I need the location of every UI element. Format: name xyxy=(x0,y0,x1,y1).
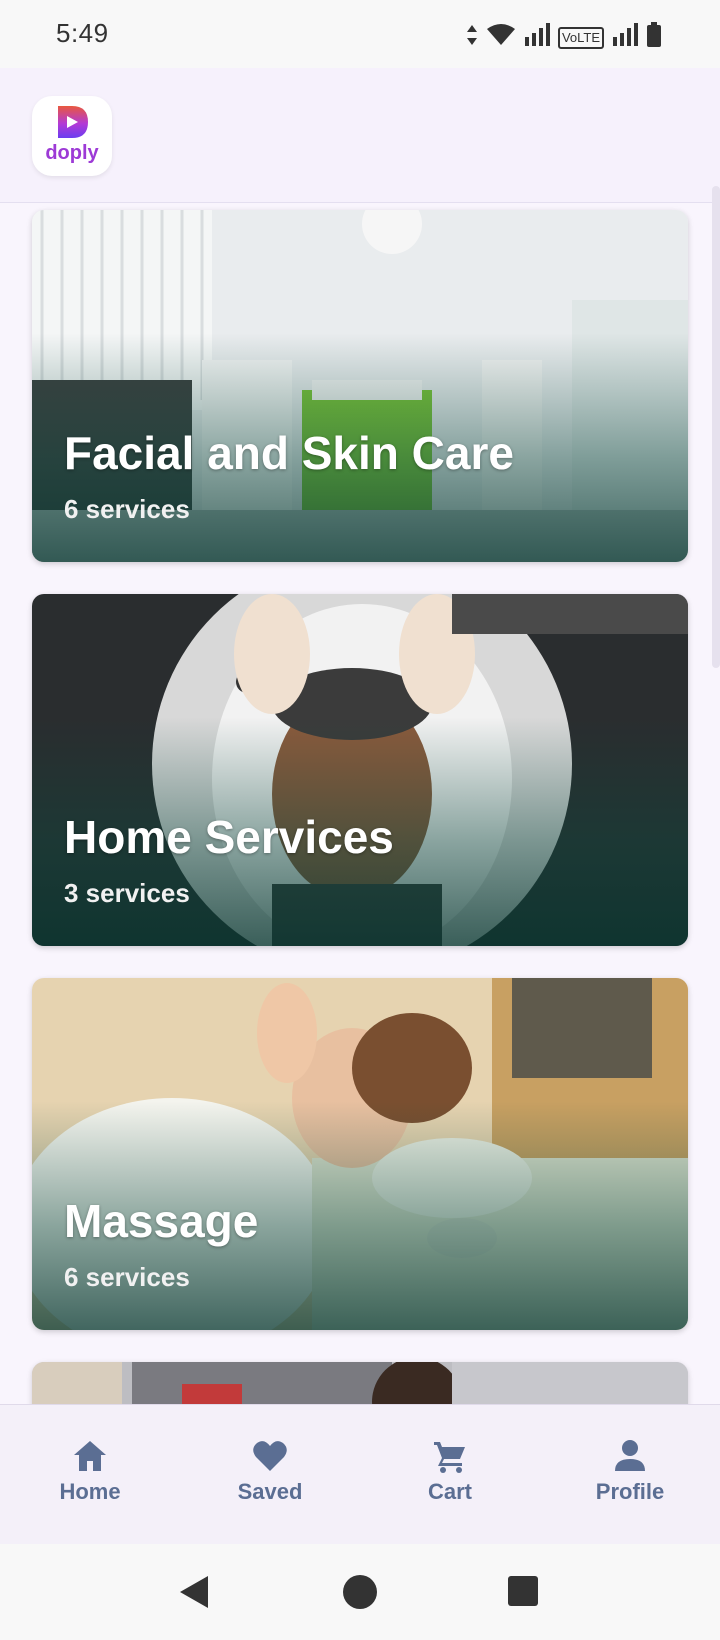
logo-mark-icon xyxy=(58,106,88,138)
data-arrows-icon xyxy=(466,23,478,52)
heart-icon xyxy=(253,1441,287,1471)
signal-icon xyxy=(524,23,550,52)
nav-label: Saved xyxy=(237,1479,303,1504)
nav-cart[interactable]: Cart xyxy=(360,1405,540,1545)
category-count: 6 services xyxy=(64,494,190,524)
app-logo[interactable]: doply xyxy=(32,96,112,176)
app-header: doply xyxy=(0,68,720,203)
volte-icon: VoLTE xyxy=(557,26,604,49)
bottom-nav: Home Saved Cart Profile xyxy=(0,1404,720,1545)
status-bar: 5:49 VoLTE xyxy=(0,0,720,68)
nav-label: Profile xyxy=(595,1479,665,1504)
category-count: 6 services xyxy=(64,1262,190,1292)
home-circle-icon[interactable] xyxy=(342,1574,378,1615)
home-icon xyxy=(74,1441,106,1471)
category-title: Home Services xyxy=(64,811,394,863)
scrollbar[interactable] xyxy=(712,186,720,668)
battery-icon xyxy=(646,22,662,53)
nav-home[interactable]: Home xyxy=(0,1405,180,1545)
category-card-home-services[interactable]: Home Services 3 services xyxy=(32,594,688,946)
wifi-icon xyxy=(486,23,516,52)
status-time: 5:49 xyxy=(56,18,109,48)
cart-icon xyxy=(434,1442,465,1473)
category-title: Massage xyxy=(64,1195,259,1247)
back-icon[interactable] xyxy=(178,1574,210,1615)
nav-saved[interactable]: Saved xyxy=(180,1405,360,1545)
person-icon xyxy=(615,1440,645,1471)
signal-icon xyxy=(612,23,638,52)
nav-label: Cart xyxy=(427,1479,472,1504)
status-icons: VoLTE xyxy=(466,22,662,53)
category-title: Facial and Skin Care xyxy=(64,427,514,479)
recents-icon[interactable] xyxy=(506,1574,540,1613)
logo-text: doply xyxy=(45,142,99,164)
category-count: 3 services xyxy=(64,878,190,908)
nav-label: Home xyxy=(59,1479,121,1504)
nav-profile[interactable]: Profile xyxy=(540,1405,720,1545)
category-card-facial[interactable]: Facial and Skin Care 6 services xyxy=(32,210,688,562)
system-nav-bar xyxy=(0,1544,720,1640)
category-card-massage[interactable]: Massage 6 services xyxy=(32,978,688,1330)
